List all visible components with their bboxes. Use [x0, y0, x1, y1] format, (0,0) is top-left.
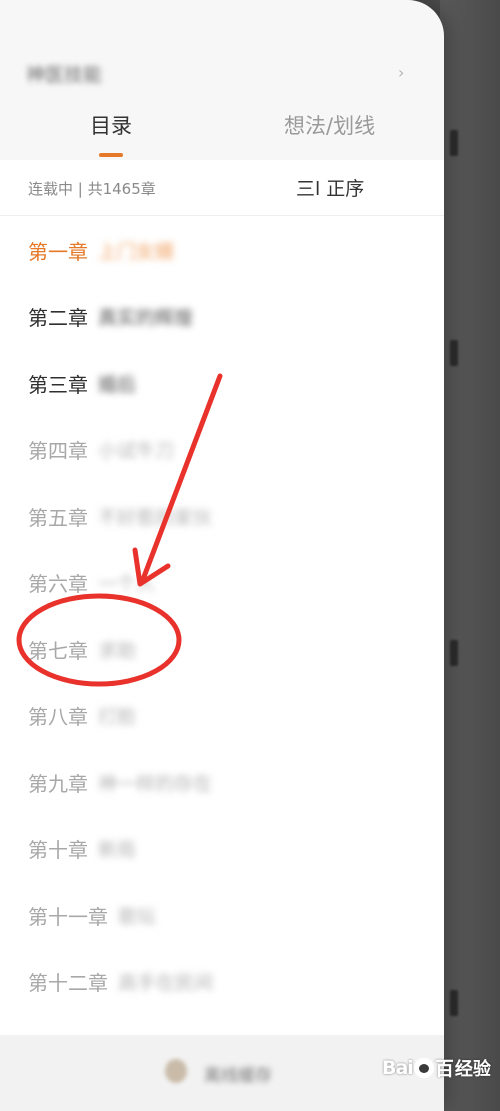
- offline-cache-button[interactable]: 离线缓存: [204, 1061, 272, 1086]
- chapter-number: 第四章: [28, 439, 88, 463]
- watermark: Bai 百 经验: [382, 1054, 491, 1081]
- background-mark: [450, 640, 458, 666]
- tab-notes-highlights[interactable]: 想法/划线: [284, 110, 375, 140]
- chapter-title: 不好惹的家伙: [98, 506, 213, 529]
- chapter-number: 第十章: [28, 838, 88, 862]
- bottom-bar: 离线缓存: [0, 1035, 444, 1111]
- tab-table-of-contents[interactable]: 目录: [90, 110, 132, 140]
- book-title: 神医技能: [26, 64, 103, 86]
- chapter-item[interactable]: 第二章 真实的辉煌: [28, 297, 193, 337]
- sort-order-label: 正序: [326, 178, 365, 200]
- chapter-item[interactable]: 第四章 小试牛刀: [28, 430, 174, 470]
- chapter-title: 真实的辉煌: [98, 307, 194, 329]
- watermark-logo-text: Bai: [382, 1056, 414, 1079]
- chapter-item[interactable]: 第五章 不好惹的家伙: [28, 496, 212, 536]
- chapter-item[interactable]: 第九章 神一样的存在: [28, 762, 212, 802]
- chapter-number: 第六章: [28, 572, 88, 596]
- sort-list-icon: 三l: [296, 178, 321, 200]
- chapter-number: 第七章: [28, 638, 88, 663]
- chapter-title: 神一样的存在: [98, 772, 213, 795]
- background-page[interactable]: [440, 0, 500, 1111]
- sort-order-button[interactable]: 三l 正序: [296, 174, 364, 201]
- background-mark: [450, 130, 458, 156]
- chapter-item[interactable]: 第十二章 高手在民间: [28, 962, 213, 1002]
- chapter-title: 一个人: [98, 573, 156, 595]
- chapter-list-panel: 连载中 | 共1465章 三l 正序 第一章 上门女婿 第二章 真实的辉煌 第三章 婚后第…: [0, 160, 444, 1035]
- chapter-item[interactable]: 第八章 打脸: [28, 696, 136, 736]
- table-of-contents-drawer: 神医技能 › 目录 想法/划线 连载中 | 共1465章 三l 正序 第一章 上门…: [0, 0, 444, 1111]
- list-status-row: 连载中 | 共1465章 三l 正序: [0, 160, 444, 216]
- chapter-number: 第二章: [28, 306, 88, 330]
- chapter-title: 求助: [98, 639, 137, 662]
- watermark-sub: 经验: [454, 1058, 491, 1080]
- chapter-item[interactable]: 第三章 婚后: [28, 363, 136, 403]
- download-icon[interactable]: [165, 1059, 187, 1083]
- chapter-number: 第五章: [28, 505, 88, 530]
- chapter-title: 歌坛: [118, 905, 157, 928]
- chapter-number: 第一章: [28, 239, 88, 264]
- watermark-logo-char: 百: [434, 1058, 454, 1080]
- chapter-number: 第十二章: [28, 971, 108, 995]
- chapter-number: 第八章: [28, 705, 88, 729]
- chapter-item[interactable]: 第六章 一个人: [28, 563, 155, 603]
- chapter-title: 上门女婿: [98, 240, 175, 263]
- chapter-number: 第三章: [28, 372, 88, 397]
- chapter-item[interactable]: 第十章 新局: [28, 829, 136, 869]
- chapter-title: 新局: [98, 839, 137, 861]
- chapter-item[interactable]: 第十一章 歌坛: [28, 895, 156, 935]
- chapter-title: 小试牛刀: [98, 440, 175, 462]
- chapter-title: 打脸: [98, 706, 137, 728]
- chapter-item[interactable]: 第七章 求助: [28, 629, 136, 669]
- background-mark: [450, 340, 458, 366]
- background-mark: [450, 990, 458, 1016]
- serial-status: 连载中 | 共1465章: [28, 180, 156, 198]
- chapter-title: 婚后: [98, 373, 137, 396]
- paw-icon: [413, 1057, 434, 1078]
- screen: 神医技能 › 目录 想法/划线 连载中 | 共1465章 三l 正序 第一章 上门…: [0, 0, 500, 1111]
- chapter-number: 第九章: [28, 771, 88, 796]
- chevron-right-icon[interactable]: ›: [398, 63, 404, 82]
- drawer-tabs: 目录 想法/划线: [0, 110, 444, 160]
- chapter-item[interactable]: 第一章 上门女婿: [28, 230, 174, 270]
- chapter-title: 高手在民间: [118, 972, 214, 994]
- chapter-number: 第十一章: [28, 904, 108, 929]
- active-tab-indicator: [99, 153, 123, 157]
